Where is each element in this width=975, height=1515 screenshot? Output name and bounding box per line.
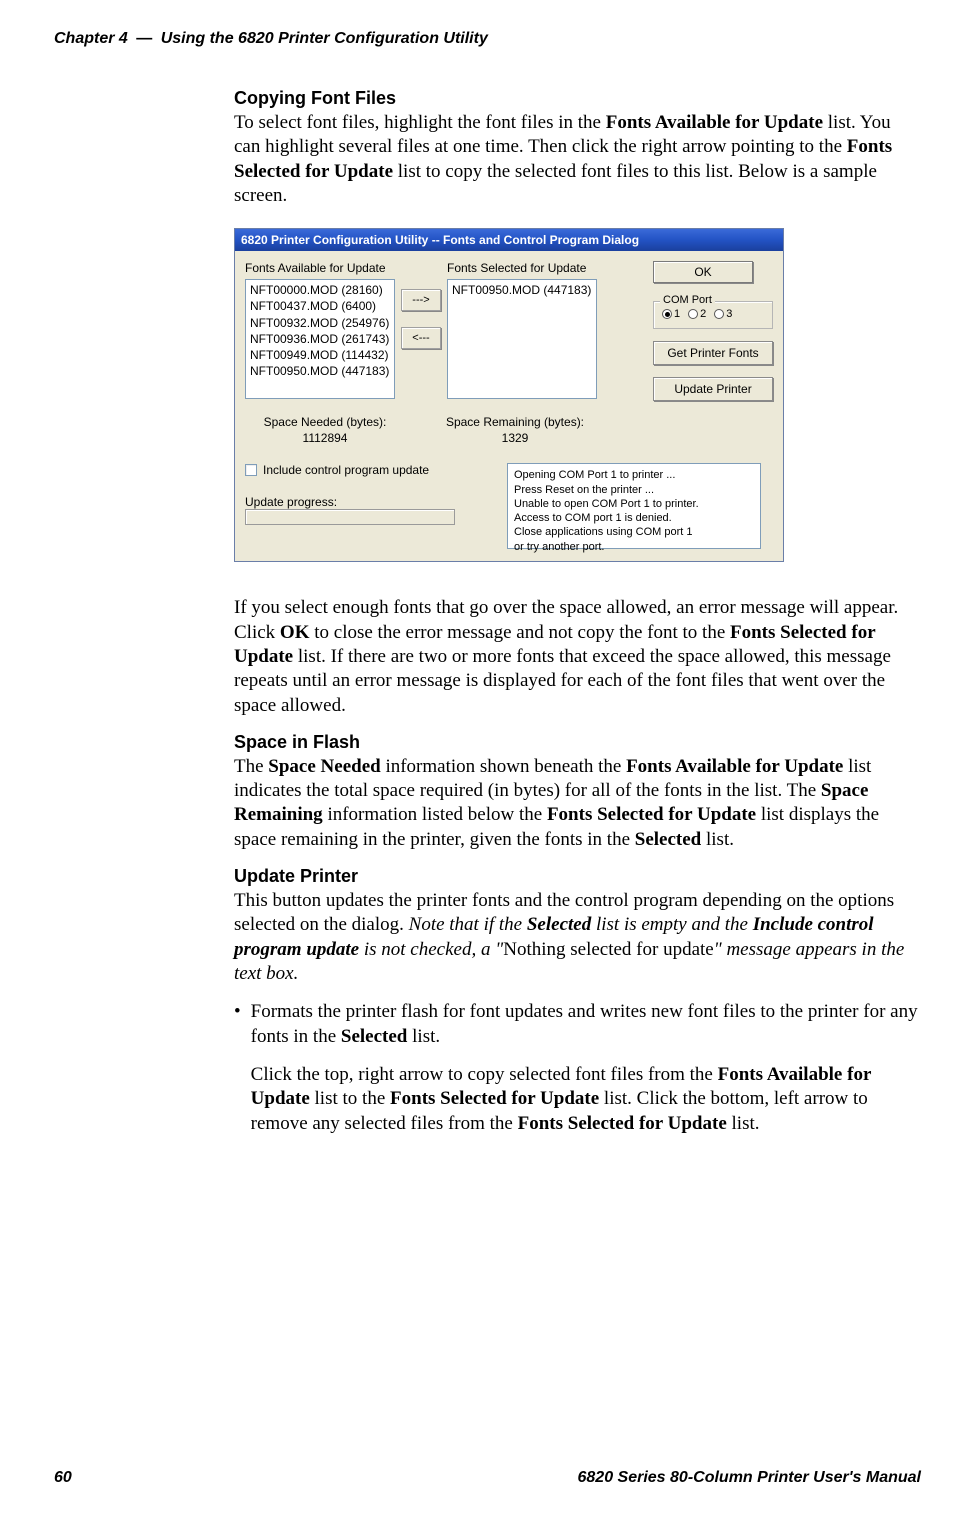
- listbox-available[interactable]: NFT00000.MOD (28160) NFT00437.MOD (6400)…: [245, 279, 395, 399]
- com-port-legend: COM Port: [660, 294, 715, 306]
- ok-button[interactable]: OK: [653, 261, 753, 283]
- page: Chapter 4 — Using the 6820 Printer Confi…: [0, 0, 975, 1515]
- com-port-group: COM Port 1 2 3: [653, 301, 773, 329]
- space-needed-value: 1112894: [245, 431, 405, 445]
- radio-dot-selected: [662, 309, 672, 319]
- progress-bar: [245, 509, 455, 525]
- update-printer-button[interactable]: Update Printer: [653, 377, 773, 401]
- col-available: Fonts Available for Update NFT00000.MOD …: [245, 261, 395, 399]
- bullet-text: Formats the printer flash for font updat…: [251, 1000, 921, 1136]
- bullet-subpara: Click the top, right arrow to copy selec…: [251, 1063, 921, 1136]
- status-line: Press Reset on the printer ...: [514, 483, 754, 497]
- dialog-title: 6820 Printer Configuration Utility -- Fo…: [241, 233, 639, 247]
- space-remaining: Space Remaining (bytes): 1329: [435, 415, 595, 445]
- dialog-titlebar: 6820 Printer Configuration Utility -- Fo…: [235, 229, 783, 251]
- get-printer-fonts-button[interactable]: Get Printer Fonts: [653, 341, 773, 365]
- list-item[interactable]: NFT00932.MOD (254976): [250, 315, 390, 331]
- row-metrics: Space Needed (bytes): 1112894 Space Rema…: [245, 415, 773, 445]
- dialog-body: Fonts Available for Update NFT00000.MOD …: [235, 251, 783, 561]
- arrow-buttons: ---> <---: [401, 289, 441, 349]
- list-item[interactable]: NFT00949.MOD (114432): [250, 347, 390, 363]
- include-control-checkbox[interactable]: Include control program update: [245, 463, 495, 477]
- embedded-screenshot: 6820 Printer Configuration Utility -- Fo…: [234, 228, 921, 562]
- radio-dot: [714, 309, 724, 319]
- status-line: Access to COM port 1 is denied.: [514, 511, 754, 525]
- para-update: This button updates the printer fonts an…: [234, 889, 921, 986]
- status-textbox: Opening COM Port 1 to printer ... Press …: [507, 463, 761, 549]
- manual-title: 6820 Series 80-Column Printer User's Man…: [578, 1469, 922, 1487]
- col-selected: Fonts Selected for Update NFT00950.MOD (…: [447, 261, 597, 399]
- content-column: Copying Font Files To select font files,…: [234, 88, 921, 1136]
- para-space: The Space Needed information shown benea…: [234, 755, 921, 852]
- row-bottom: Include control program update Update pr…: [245, 463, 773, 549]
- list-item[interactable]: NFT00437.MOD (6400): [250, 298, 390, 314]
- para-error-message: If you select enough fonts that go over …: [234, 596, 921, 718]
- com-port-radios: 1 2 3: [662, 308, 764, 320]
- right-column: OK COM Port 1 2 3 Get Printer Fonts Up: [653, 261, 773, 401]
- label-available: Fonts Available for Update: [245, 261, 395, 275]
- com-port-3[interactable]: 3: [714, 308, 732, 320]
- bullet-formats: • Formats the printer flash for font upd…: [234, 1000, 921, 1136]
- bottom-left: Include control program update Update pr…: [245, 463, 495, 525]
- heading-copying-font-files: Copying Font Files: [234, 88, 921, 109]
- list-item[interactable]: NFT00950.MOD (447183): [250, 363, 390, 379]
- com-port-2[interactable]: 2: [688, 308, 706, 320]
- label-selected: Fonts Selected for Update: [447, 261, 597, 275]
- chapter-title: Using the 6820 Printer Configuration Uti…: [161, 30, 488, 47]
- space-remaining-label: Space Remaining (bytes):: [435, 415, 595, 429]
- bullet-dot: •: [234, 1000, 241, 1136]
- space-remaining-value: 1329: [435, 431, 595, 445]
- space-needed: Space Needed (bytes): 1112894: [245, 415, 405, 445]
- progress-area: Update progress:: [245, 495, 495, 525]
- checkbox-label: Include control program update: [263, 463, 429, 477]
- page-footer: 60 6820 Series 80-Column Printer User's …: [54, 1469, 921, 1487]
- status-line: Unable to open COM Port 1 to printer.: [514, 497, 754, 511]
- checkbox-box: [245, 464, 257, 476]
- list-item[interactable]: NFT00936.MOD (261743): [250, 331, 390, 347]
- move-right-button[interactable]: --->: [401, 289, 441, 311]
- radio-dot: [688, 309, 698, 319]
- status-line: Opening COM Port 1 to printer ...: [514, 468, 754, 482]
- heading-update-printer: Update Printer: [234, 866, 921, 887]
- status-line: Close applications using COM port 1: [514, 525, 754, 539]
- row-lists: Fonts Available for Update NFT00000.MOD …: [245, 261, 773, 401]
- space-needed-label: Space Needed (bytes):: [245, 415, 405, 429]
- list-item[interactable]: NFT00950.MOD (447183): [452, 282, 592, 298]
- move-left-button[interactable]: <---: [401, 327, 441, 349]
- dash: —: [132, 30, 156, 47]
- progress-label: Update progress:: [245, 495, 495, 509]
- running-head: Chapter 4 — Using the 6820 Printer Confi…: [54, 30, 921, 48]
- chapter-label: Chapter 4: [54, 30, 128, 47]
- com-port-1[interactable]: 1: [662, 308, 680, 320]
- para-copying: To select font files, highlight the font…: [234, 111, 921, 208]
- page-number: 60: [54, 1469, 72, 1487]
- listbox-selected[interactable]: NFT00950.MOD (447183): [447, 279, 597, 399]
- status-line: or try another port.: [514, 540, 754, 554]
- heading-space-in-flash: Space in Flash: [234, 732, 921, 753]
- list-item[interactable]: NFT00000.MOD (28160): [250, 282, 390, 298]
- dialog-window: 6820 Printer Configuration Utility -- Fo…: [234, 228, 784, 562]
